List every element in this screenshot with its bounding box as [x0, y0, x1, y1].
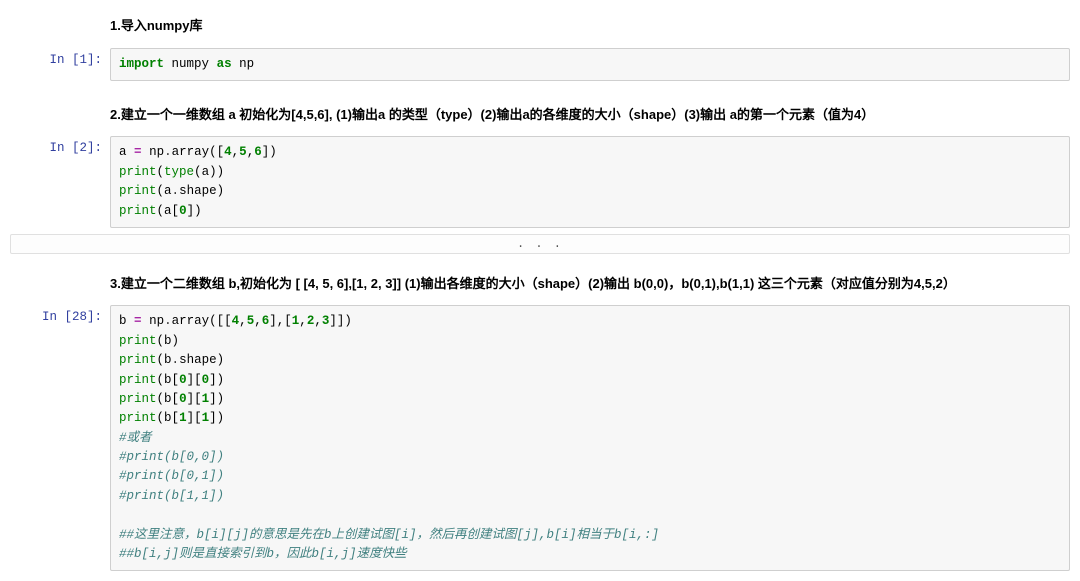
code-cell-1[interactable]: In [1]: import numpy as np	[10, 48, 1070, 81]
prompt-empty	[10, 97, 110, 135]
heading-2: 2.建立一个一维数组 a 初始化为[4,5,6], (1)输出a 的类型（typ…	[110, 97, 1070, 135]
alias-np: np	[239, 57, 254, 71]
code-cell-2[interactable]: In [2]: a = np.array([4,5,6]) print(type…	[10, 136, 1070, 228]
prompt-empty	[10, 8, 110, 46]
kw-import: import	[119, 57, 164, 71]
collapsed-output-toggle[interactable]: . . .	[10, 234, 1070, 254]
input-prompt-1: In [1]:	[10, 48, 110, 81]
input-prompt-3: In [28]:	[10, 305, 110, 571]
code-cell-3[interactable]: In [28]: b = np.array([[4,5,6],[1,2,3]])…	[10, 305, 1070, 571]
comment-note1: ##这里注意，b[i][j]的意思是先在b上创建试图[i]，然后再创建试图[j]…	[119, 528, 659, 542]
kw-as: as	[217, 57, 232, 71]
code-input-3[interactable]: b = np.array([[4,5,6],[1,2,3]]) print(b)…	[110, 305, 1070, 571]
input-prompt-2: In [2]:	[10, 136, 110, 228]
code-input-1[interactable]: import numpy as np	[110, 48, 1070, 81]
markdown-cell-1: 1.导入numpy库	[10, 8, 1070, 46]
comment-p01: #print(b[0,1])	[119, 469, 224, 483]
mod-numpy: numpy	[172, 57, 210, 71]
comment-note2: ##b[i,j]则是直接索引到b，因此b[i,j]速度快些	[119, 547, 407, 561]
markdown-cell-3: 3.建立一个二维数组 b,初始化为 [ [4, 5, 6],[1, 2, 3]]…	[10, 266, 1070, 304]
heading-3: 3.建立一个二维数组 b,初始化为 [ [4, 5, 6],[1, 2, 3]]…	[110, 266, 1070, 304]
comment-p00: #print(b[0,0])	[119, 450, 224, 464]
prompt-empty	[10, 266, 110, 304]
comment-p11: #print(b[1,1])	[119, 489, 224, 503]
comment-or: #或者	[119, 431, 152, 445]
markdown-cell-2: 2.建立一个一维数组 a 初始化为[4,5,6], (1)输出a 的类型（typ…	[10, 97, 1070, 135]
code-input-2[interactable]: a = np.array([4,5,6]) print(type(a)) pri…	[110, 136, 1070, 228]
heading-1: 1.导入numpy库	[110, 8, 1070, 46]
